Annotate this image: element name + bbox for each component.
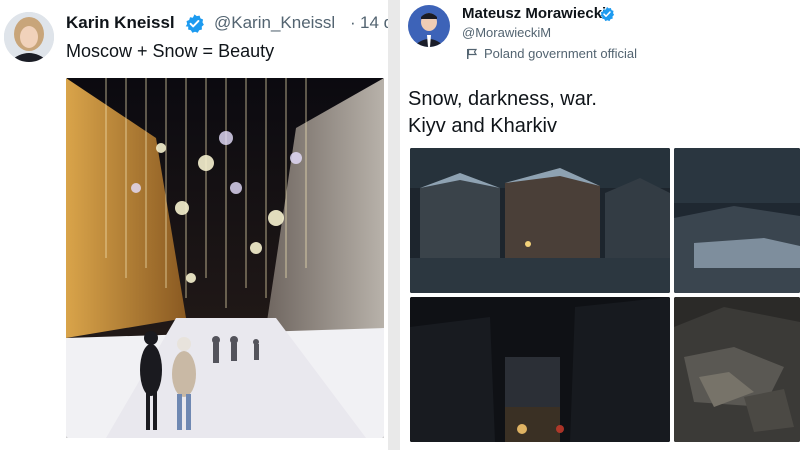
avatar-image: [4, 12, 54, 62]
avatar-image: [408, 5, 450, 47]
tweet-photo-kharkiv-rooftops[interactable]: [674, 148, 800, 293]
author-handle[interactable]: @Karin_Kneissl: [214, 13, 335, 33]
tweet-text: Moscow + Snow = Beauty: [66, 41, 275, 61]
tweet-text-line: Kiyv and Kharkiv: [408, 115, 557, 137]
verified-badge-icon: [185, 14, 204, 33]
account-label[interactable]: Poland government official: [466, 46, 637, 61]
avatar[interactable]: [4, 12, 54, 62]
tweet-photo-rubble[interactable]: [674, 297, 800, 442]
author-name[interactable]: Karin Kneissl: [66, 13, 175, 33]
tweet-karin-kneissl[interactable]: Karin Kneissl @Karin_Kneissl · 14 d Mosc…: [0, 0, 388, 450]
tweet-photo-night-street[interactable]: [410, 297, 670, 442]
tweet-photo-moscow-street[interactable]: [66, 78, 384, 438]
author-handle[interactable]: @MorawieckiM: [462, 25, 551, 40]
flag-icon: [467, 48, 478, 59]
author-name[interactable]: Mateusz Morawiecki: [462, 5, 606, 22]
avatar[interactable]: [408, 5, 450, 47]
separator-dot: ·: [350, 13, 356, 32]
tweet-timestamp[interactable]: 14 d: [360, 13, 388, 33]
tweet-photo-kyiv-rooftops[interactable]: [410, 148, 670, 293]
tweet-text: Snow, darkness, war. Kiyv and Kharkiv: [408, 86, 788, 140]
account-label-text: Poland government official: [484, 46, 637, 61]
verified-badge-icon: [600, 7, 615, 22]
tweet-text-line: Snow, darkness, war.: [408, 88, 597, 110]
